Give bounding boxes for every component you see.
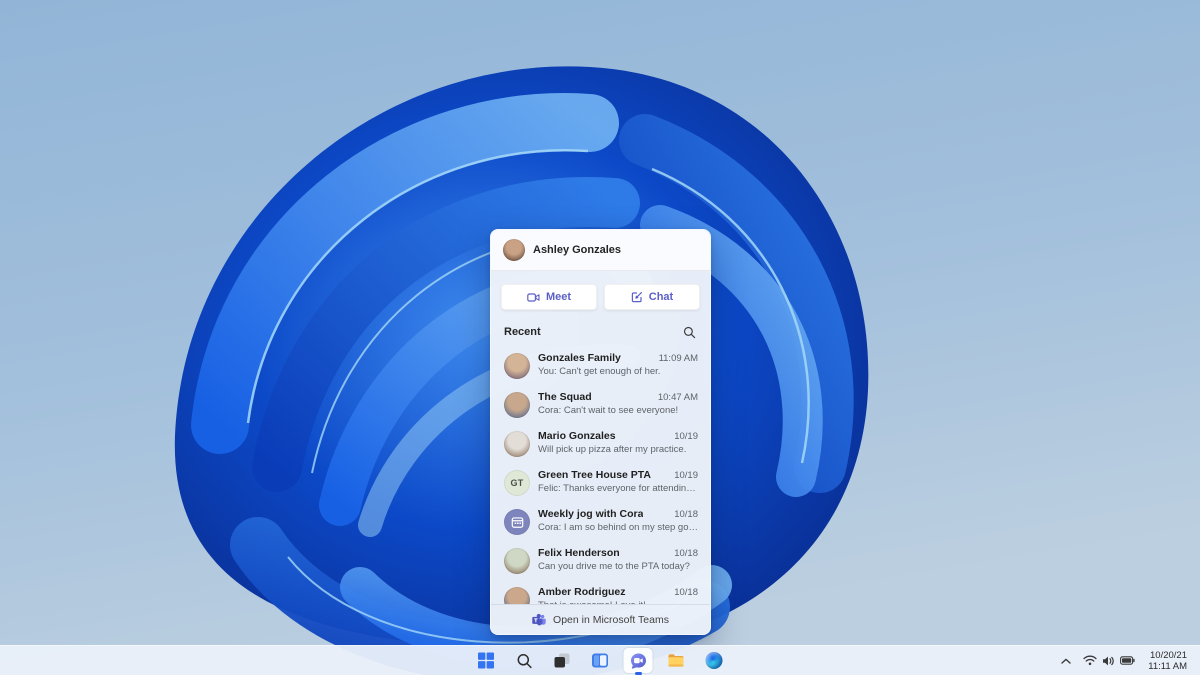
conversation-time: 10:47 AM (657, 392, 698, 403)
search-button[interactable] (510, 648, 539, 673)
conversation-row[interactable]: Felix Henderson 10/18 Can you drive me t… (491, 541, 710, 580)
video-camera-icon (527, 292, 540, 302)
conversation-avatar (504, 392, 530, 418)
teams-chat-flyout: Ashley Gonzales Meet Chat Recent Gonzale… (490, 229, 711, 635)
conversation-row[interactable]: Gonzales Family 11:09 AM You: Can't get … (491, 346, 710, 385)
conversation-time: 10/19 (674, 470, 698, 481)
conversation-list: Gonzales Family 11:09 AM You: Can't get … (491, 344, 710, 604)
conversation-time: 10/19 (674, 431, 698, 442)
edge-browser-icon (705, 652, 723, 669)
microsoft-teams-icon (532, 613, 546, 626)
recent-label: Recent (504, 326, 541, 338)
conversation-name: Green Tree House PTA (538, 469, 652, 481)
widgets-icon (592, 653, 608, 668)
conversation-preview: Cora: Can't wait to see everyone! (538, 405, 679, 416)
conversation-name: Felix Henderson (538, 547, 620, 559)
conversation-name: Mario Gonzales (538, 430, 616, 442)
conversation-avatar: GT (504, 470, 530, 496)
taskbar-center (472, 646, 729, 675)
conversation-name: Gonzales Family (538, 352, 621, 364)
conversation-time: 11:09 AM (658, 353, 698, 364)
conversation-avatar (504, 431, 530, 457)
chevron-up-icon (1061, 658, 1071, 664)
conversation-row[interactable]: Weekly jog with Cora 10/18 Cora: I am so… (491, 502, 710, 541)
tray-status-button[interactable] (1079, 648, 1139, 673)
conversation-name: Amber Rodriguez (538, 586, 626, 598)
clock[interactable]: 10/20/21 11:11 AM (1143, 648, 1192, 673)
user-name: Ashley Gonzales (533, 244, 622, 256)
conversation-avatar (504, 548, 530, 574)
conversation-preview: You: Can't get enough of her. (538, 366, 661, 377)
conversation-time: 10/18 (674, 509, 698, 520)
task-view-icon (554, 653, 570, 668)
conversation-row[interactable]: The Squad 10:47 AM Cora: Can't wait to s… (491, 385, 710, 424)
conversation-name: The Squad (538, 391, 592, 403)
battery-icon (1120, 656, 1135, 665)
conversation-preview: Will pick up pizza after my practice. (538, 444, 687, 455)
chat-taskbar-button[interactable] (623, 648, 653, 673)
conversation-row[interactable]: Mario Gonzales 10/19 Will pick up pizza … (491, 424, 710, 463)
quick-actions: Meet Chat (491, 271, 710, 316)
conversation-preview: Felic: Thanks everyone for attending tod… (538, 483, 698, 494)
recent-header: Recent (491, 316, 710, 344)
calendar-icon (511, 516, 523, 528)
edge-button[interactable] (700, 648, 729, 673)
windows-logo-icon (478, 652, 494, 669)
volume-icon (1103, 656, 1115, 665)
open-in-teams-label: Open in Microsoft Teams (553, 613, 669, 626)
compose-icon (631, 292, 642, 303)
conversation-row[interactable]: GT Green Tree House PTA 10/19 Felic: Tha… (491, 463, 710, 502)
chat-button[interactable]: Chat (604, 284, 700, 310)
teams-chat-icon (630, 653, 646, 669)
file-explorer-button[interactable] (662, 648, 691, 673)
taskbar: 10/20/21 11:11 AM (0, 645, 1200, 675)
conversation-name: Weekly jog with Cora (538, 508, 644, 520)
folder-icon (668, 654, 684, 667)
tray-time: 11:11 AM (1148, 660, 1187, 672)
conversation-avatar (504, 587, 530, 604)
conversation-preview: Can you drive me to the PTA today? (538, 561, 690, 572)
conversation-preview: Cora: I am so behind on my step goals. (538, 522, 698, 533)
conversation-time: 10/18 (674, 587, 698, 598)
tray-date: 10/20/21 (1150, 649, 1187, 661)
meet-button-label: Meet (545, 291, 572, 303)
tray-chevron-button[interactable] (1057, 648, 1075, 673)
search-icon[interactable] (681, 324, 697, 340)
conversation-avatar (504, 353, 530, 379)
user-avatar (503, 239, 525, 261)
conversation-avatar (504, 509, 530, 535)
system-tray: 10/20/21 11:11 AM (1057, 646, 1192, 675)
start-button[interactable] (472, 648, 501, 673)
conversation-time: 10/18 (674, 548, 698, 559)
conversation-row[interactable]: Amber Rodriguez 10/18 That is awesome! L… (491, 580, 710, 604)
chat-button-label: Chat (648, 291, 674, 303)
desktop: Ashley Gonzales Meet Chat Recent Gonzale… (0, 0, 1200, 675)
search-icon (517, 653, 532, 668)
task-view-button[interactable] (548, 648, 577, 673)
wifi-icon (1083, 655, 1097, 666)
meet-button[interactable]: Meet (501, 284, 597, 310)
profile-header[interactable]: Ashley Gonzales (491, 230, 710, 271)
open-in-teams[interactable]: Open in Microsoft Teams (491, 604, 710, 634)
widgets-button[interactable] (586, 648, 615, 673)
